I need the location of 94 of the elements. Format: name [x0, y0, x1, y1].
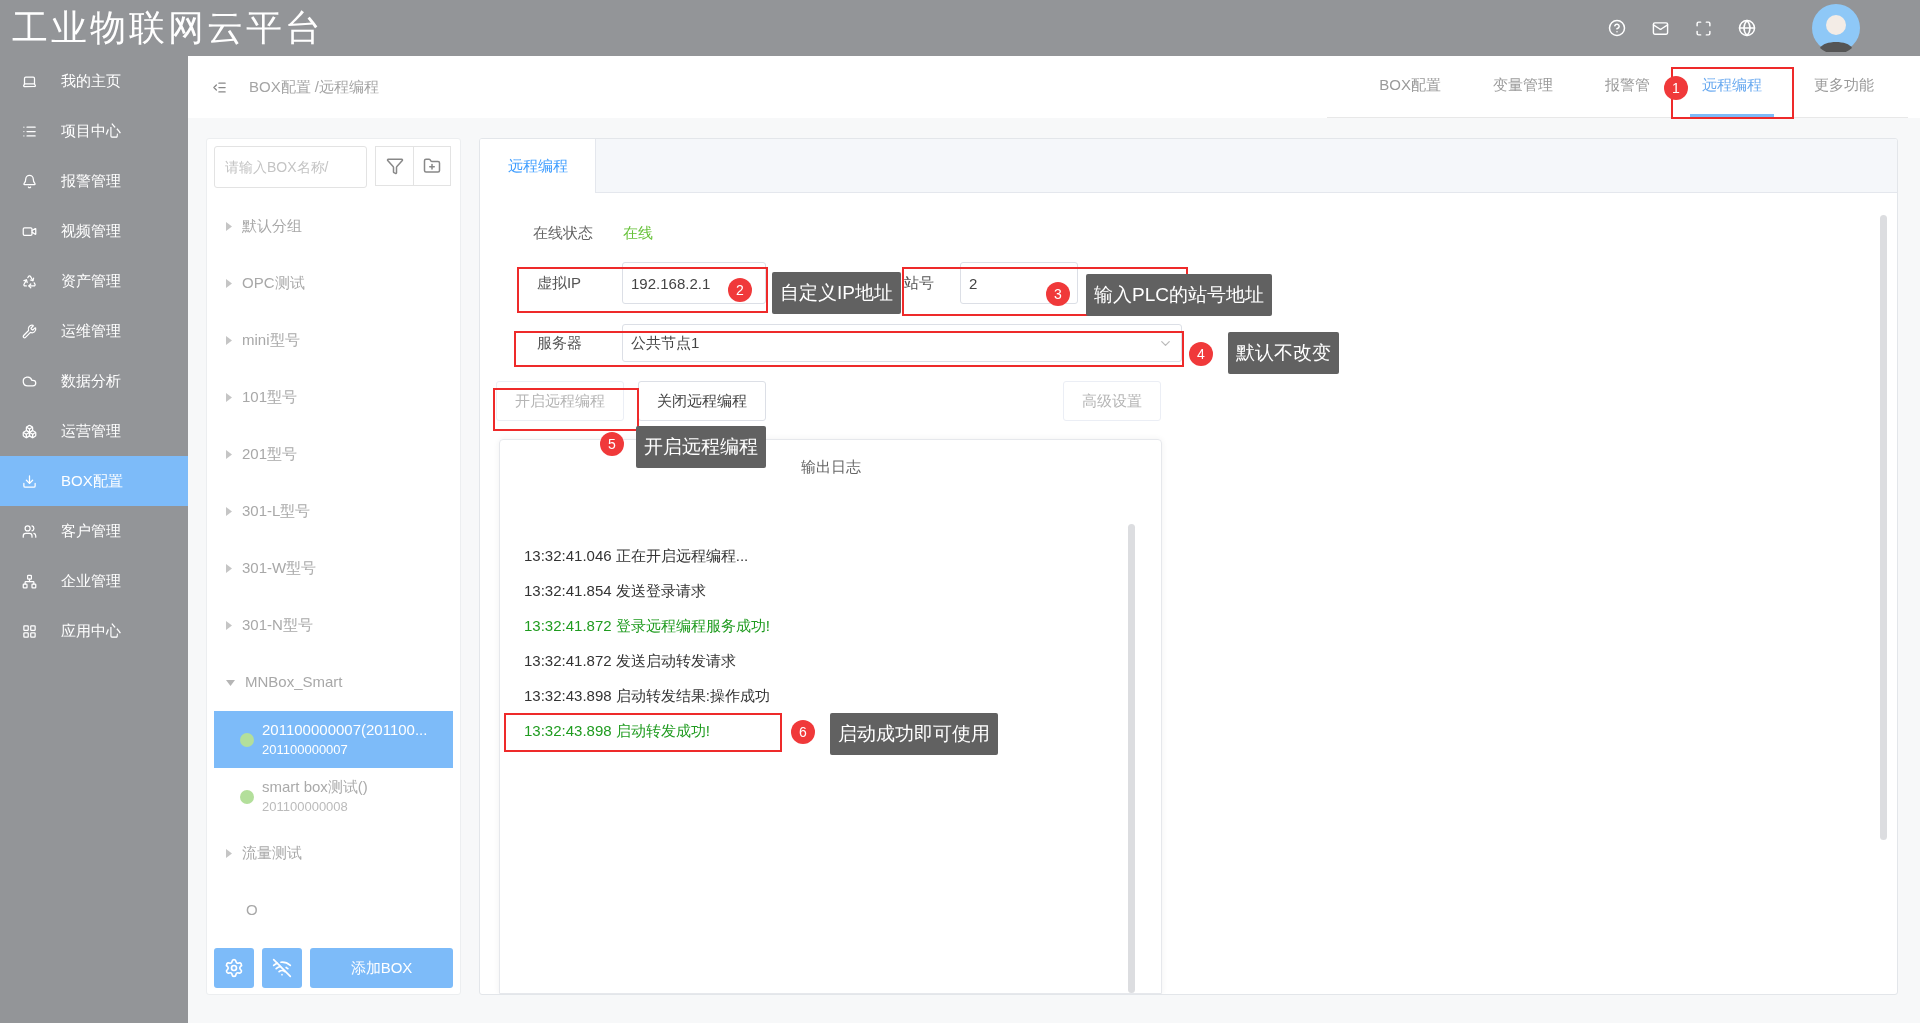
caret-down-icon[interactable]: [226, 679, 235, 686]
sidebar-item[interactable]: 资产管理: [0, 256, 188, 306]
hierarchy-icon: [22, 573, 37, 589]
sidebar-item[interactable]: 数据分析: [0, 356, 188, 406]
field-label: 服务器: [535, 332, 583, 353]
tree-group[interactable]: 101型号: [214, 369, 453, 426]
box-serial: 201100000008: [262, 797, 349, 816]
globe-icon[interactable]: [1738, 19, 1756, 37]
log-line: 13:32:43.898 启动转发成功!: [524, 720, 710, 741]
recycle-icon: [22, 273, 37, 289]
sidebar-item[interactable]: 我的主页: [0, 56, 188, 106]
panel-tab[interactable]: 远程编程: [480, 139, 596, 193]
wifi-off-icon: [272, 958, 292, 978]
sidebar-item[interactable]: 运营管理: [0, 406, 188, 456]
tree-group[interactable]: 201型号: [214, 426, 453, 483]
wifi-off-button[interactable]: [262, 948, 302, 988]
filter-button[interactable]: [375, 146, 414, 186]
field-label: 站号: [904, 272, 935, 293]
callout-note: 默认不改变: [1228, 332, 1339, 374]
caret-right-icon[interactable]: [226, 849, 232, 858]
boxes-icon: [22, 423, 37, 439]
callout-note: 开启远程编程: [636, 426, 766, 468]
add-folder-button[interactable]: [413, 146, 451, 186]
caret-right-icon[interactable]: [226, 621, 232, 630]
settings-button[interactable]: [214, 948, 254, 988]
tree-group[interactable]: OPC测试: [214, 255, 453, 312]
tree-group[interactable]: MNBox_Smart: [214, 654, 453, 711]
box-item[interactable]: smart box测试() 201100000008: [214, 768, 453, 825]
log-line: 13:32:41.872 发送启动转发请求: [524, 650, 736, 671]
folder-plus-icon: [423, 157, 441, 175]
box-item[interactable]: 201100000007(201100... 201100000007: [214, 711, 453, 768]
caret-right-icon[interactable]: [226, 393, 232, 402]
avatar[interactable]: [1812, 4, 1860, 52]
box-name: smart box测试(): [262, 776, 368, 797]
tree-group[interactable]: 301-W型号: [214, 540, 453, 597]
sidebar-item[interactable]: 应用中心: [0, 606, 188, 656]
app-title: 工业物联网云平台: [12, 6, 324, 50]
tree-group[interactable]: 301-N型号: [214, 597, 453, 654]
tree-group[interactable]: 流量测试: [214, 825, 453, 882]
caret-right-icon[interactable]: [226, 450, 232, 459]
log-line: 13:32:41.854 发送登录请求: [524, 580, 706, 601]
tree-group[interactable]: mini型号: [214, 312, 453, 369]
callout-note: 输入PLC的站号地址: [1086, 274, 1272, 316]
box-name: 201100000007(201100...: [262, 719, 428, 740]
list-icon: [22, 123, 37, 139]
log-title: 输出日志: [800, 457, 861, 477]
box-serial: 201100000007: [262, 740, 349, 759]
search-field[interactable]: 请输入BOX名称/: [214, 146, 367, 188]
add-box-button[interactable]: 添加BOX: [310, 948, 453, 988]
sidebar-item[interactable]: 运维管理: [0, 306, 188, 356]
tree-group[interactable]: 默认分组: [214, 198, 453, 255]
download-icon: [22, 473, 37, 489]
nav-tab[interactable]: 更多功能: [1802, 56, 1886, 117]
laptop-icon: [22, 73, 37, 89]
action-button[interactable]: 关闭远程编程: [638, 381, 766, 421]
callout-note: 启动成功即可使用: [830, 713, 998, 755]
filter-icon: [385, 157, 404, 175]
help-icon[interactable]: [1608, 19, 1626, 37]
sidebar-item[interactable]: 企业管理: [0, 556, 188, 606]
wrench-icon: [22, 323, 37, 339]
log-line: 13:32:41.046 正在开启远程编程...: [524, 545, 749, 566]
field-label: 虚拟IP: [535, 272, 583, 293]
sidebar-item[interactable]: BOX配置: [0, 456, 188, 506]
nav-tab[interactable]: 报警管: [1593, 56, 1662, 117]
breadcrumb: BOX配置 /远程编程: [249, 76, 379, 97]
log-line: 13:32:41.872 登录远程编程服务成功!: [524, 615, 770, 636]
caret-right-icon[interactable]: [226, 336, 232, 345]
tree-group[interactable]: O: [214, 882, 453, 939]
sidebar-item[interactable]: 项目中心: [0, 106, 188, 156]
caret-right-icon[interactable]: [226, 564, 232, 573]
bell-icon: [22, 173, 37, 189]
nav-tab[interactable]: BOX配置: [1367, 56, 1453, 117]
settings-icon: [224, 958, 244, 978]
nav-tab[interactable]: 变量管理: [1481, 56, 1565, 117]
tree-group[interactable]: 301-L型号: [214, 483, 453, 540]
sidebar-item[interactable]: 客户管理: [0, 506, 188, 556]
log-line: 13:32:43.898 启动转发结果:操作成功: [524, 685, 770, 706]
caret-right-icon[interactable]: [226, 279, 232, 288]
mail-icon[interactable]: [1652, 19, 1669, 37]
scrollbar[interactable]: [1879, 215, 1887, 840]
status-label: 在线状态: [533, 222, 593, 243]
caret-right-icon[interactable]: [226, 507, 232, 516]
scrollbar[interactable]: [1128, 524, 1135, 993]
server-select[interactable]: 公共节点1: [622, 324, 1182, 362]
grid-icon: [22, 623, 37, 639]
sidebar-item[interactable]: 视频管理: [0, 206, 188, 256]
status-value: 在线: [623, 222, 653, 243]
callout-note: 自定义IP地址: [772, 272, 901, 314]
caret-right-icon[interactable]: [226, 222, 232, 231]
collapse-menu-icon[interactable]: [212, 79, 227, 95]
users-icon: [22, 523, 37, 539]
fullscreen-icon[interactable]: [1695, 19, 1712, 37]
cloud-icon: [22, 373, 37, 389]
sidebar-item[interactable]: 报警管理: [0, 156, 188, 206]
